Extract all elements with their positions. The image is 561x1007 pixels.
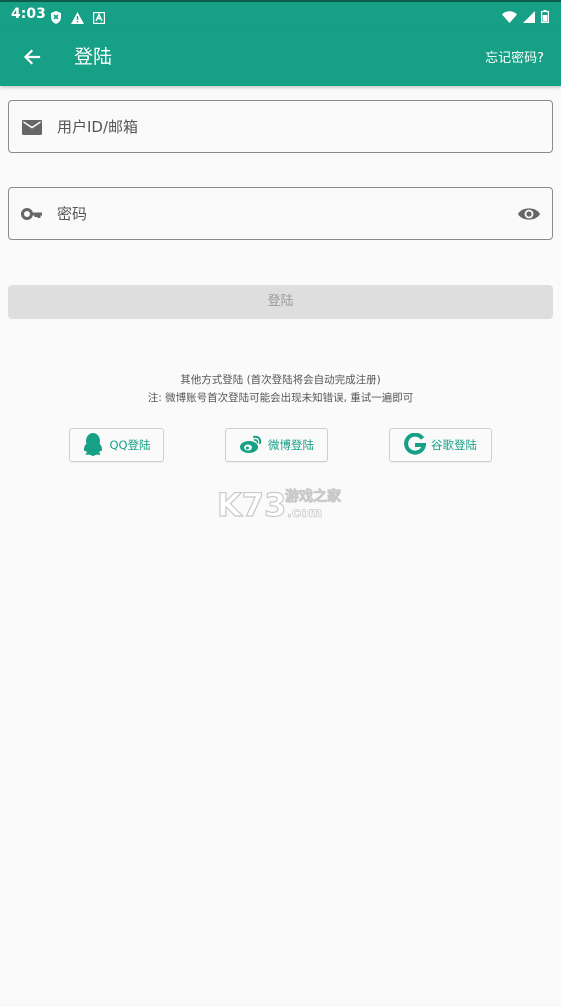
signal-icon [523,8,535,27]
shield-icon [50,9,62,28]
weibo-error-note: 注: 微博账号首次登陆可能会出现未知错误, 重试一遍即可 [147,392,414,404]
arrow-left-icon [23,49,41,65]
notification-icon [92,9,106,28]
warning-icon [71,9,84,28]
google-login-button[interactable]: 谷歌登陆 [389,428,492,462]
status-left-icons [50,9,106,28]
k73-watermark-logo: K73 游戏之家 .com [216,485,347,524]
key-icon [21,203,43,225]
wifi-icon [502,8,517,27]
login-button[interactable]: 登陆 [8,285,553,319]
email-icon [21,116,43,138]
svg-text:游戏之家: 游戏之家 [285,488,342,505]
page-title: 登陆 [74,46,113,68]
other-login-hint: 其他方式登陆 (首次登陆将会自动完成注册) [180,374,381,386]
eye-icon[interactable] [517,203,541,225]
user-id-field[interactable] [8,100,553,153]
svg-text:K73: K73 [217,486,286,520]
qq-login-button[interactable]: QQ登陆 [69,428,164,462]
status-right-icons [502,8,550,27]
status-time: 4:03 [11,6,46,22]
password-input[interactable] [57,198,497,230]
app-bar: 登陆 忘记密码? [0,29,561,86]
weibo-login-button[interactable]: 微博登陆 [225,428,328,462]
google-icon [404,432,427,458]
weibo-login-label: 微博登陆 [268,438,314,452]
status-bar: 4:03 [0,0,561,29]
weibo-icon [239,434,263,457]
password-field[interactable] [8,187,553,240]
user-id-input[interactable] [57,111,497,143]
back-button[interactable] [18,43,46,71]
svg-text:.com: .com [287,506,322,520]
battery-icon [541,8,550,27]
qq-icon [82,432,104,459]
google-login-label: 谷歌登陆 [431,438,477,452]
qq-login-label: QQ登陆 [109,438,151,452]
forgot-password-link[interactable]: 忘记密码? [485,47,544,66]
